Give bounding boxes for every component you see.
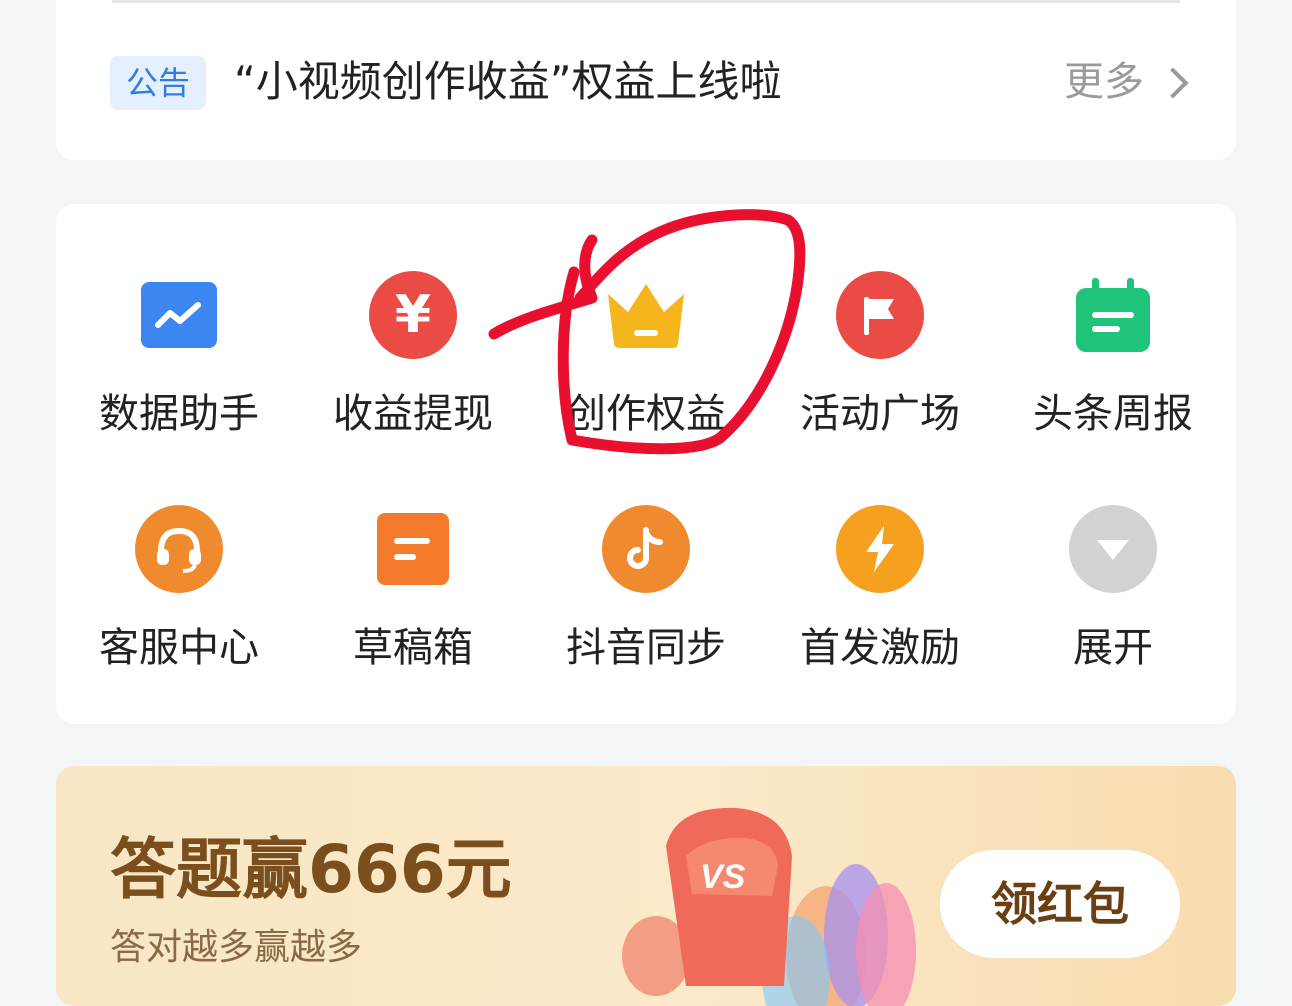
tool-weekly-report[interactable]: 头条周报 <box>996 270 1230 470</box>
tool-first-publish-reward[interactable]: 首发激励 <box>763 504 997 704</box>
flag-icon <box>835 270 925 360</box>
expand-down-icon <box>1068 504 1158 594</box>
chart-trend-icon <box>134 270 224 360</box>
vs-text: VS <box>700 858 746 896</box>
calendar-icon <box>1068 270 1158 360</box>
tool-label: 数据助手 <box>99 391 259 437</box>
tool-label: 草稿箱 <box>353 625 473 671</box>
tool-expand[interactable]: 展开 <box>996 504 1230 704</box>
banner-illustration: VS <box>622 807 916 1006</box>
tool-customer-service[interactable]: 客服中心 <box>62 504 296 704</box>
notice-text[interactable]: “小视频创作收益”权益上线啦 <box>234 52 782 112</box>
tool-label: 收益提现 <box>333 391 493 437</box>
banner-subtitle: 答对越多赢越多 <box>110 927 363 968</box>
tool-withdraw[interactable]: ¥ 收益提现 <box>296 270 530 470</box>
headset-icon <box>134 504 224 594</box>
tool-label: 抖音同步 <box>566 625 726 671</box>
more-label: 更多 <box>1064 59 1144 105</box>
draft-box-icon <box>368 504 458 594</box>
tool-label: 展开 <box>1073 625 1153 671</box>
tools-grid-card: 数据助手 ¥ 收益提现 创作权益 活动广场 头条周报 客服中心 草稿箱 抖音同步… <box>56 204 1236 724</box>
tool-activity-plaza[interactable]: 活动广场 <box>763 270 997 470</box>
notice-tag: 公告 <box>110 56 206 110</box>
yuan-coin-icon: ¥ <box>368 270 458 360</box>
quiz-banner[interactable]: 答题赢666元 答对越多赢越多 VS 领红包 <box>56 766 1236 1006</box>
tool-douyin-sync[interactable]: 抖音同步 <box>529 504 763 704</box>
tool-label: 头条周报 <box>1033 391 1193 437</box>
tool-data-assistant[interactable]: 数据助手 <box>62 270 296 470</box>
douyin-note-icon <box>601 504 691 594</box>
crown-icon <box>601 270 691 360</box>
tool-label: 首发激励 <box>800 625 960 671</box>
lightning-icon <box>835 504 925 594</box>
divider <box>112 0 1180 3</box>
claim-red-packet-button[interactable]: 领红包 <box>940 850 1180 958</box>
tool-label: 创作权益 <box>566 391 726 437</box>
banner-title: 答题赢666元 <box>110 831 512 908</box>
tool-drafts[interactable]: 草稿箱 <box>296 504 530 704</box>
tool-creator-rights[interactable]: 创作权益 <box>529 270 763 470</box>
more-link[interactable]: 更多 <box>1064 54 1189 110</box>
chevron-right-icon <box>1157 67 1189 99</box>
notice-card: 公告 “小视频创作收益”权益上线啦 更多 <box>56 0 1236 160</box>
tool-label: 客服中心 <box>99 625 259 671</box>
tool-label: 活动广场 <box>800 391 960 437</box>
